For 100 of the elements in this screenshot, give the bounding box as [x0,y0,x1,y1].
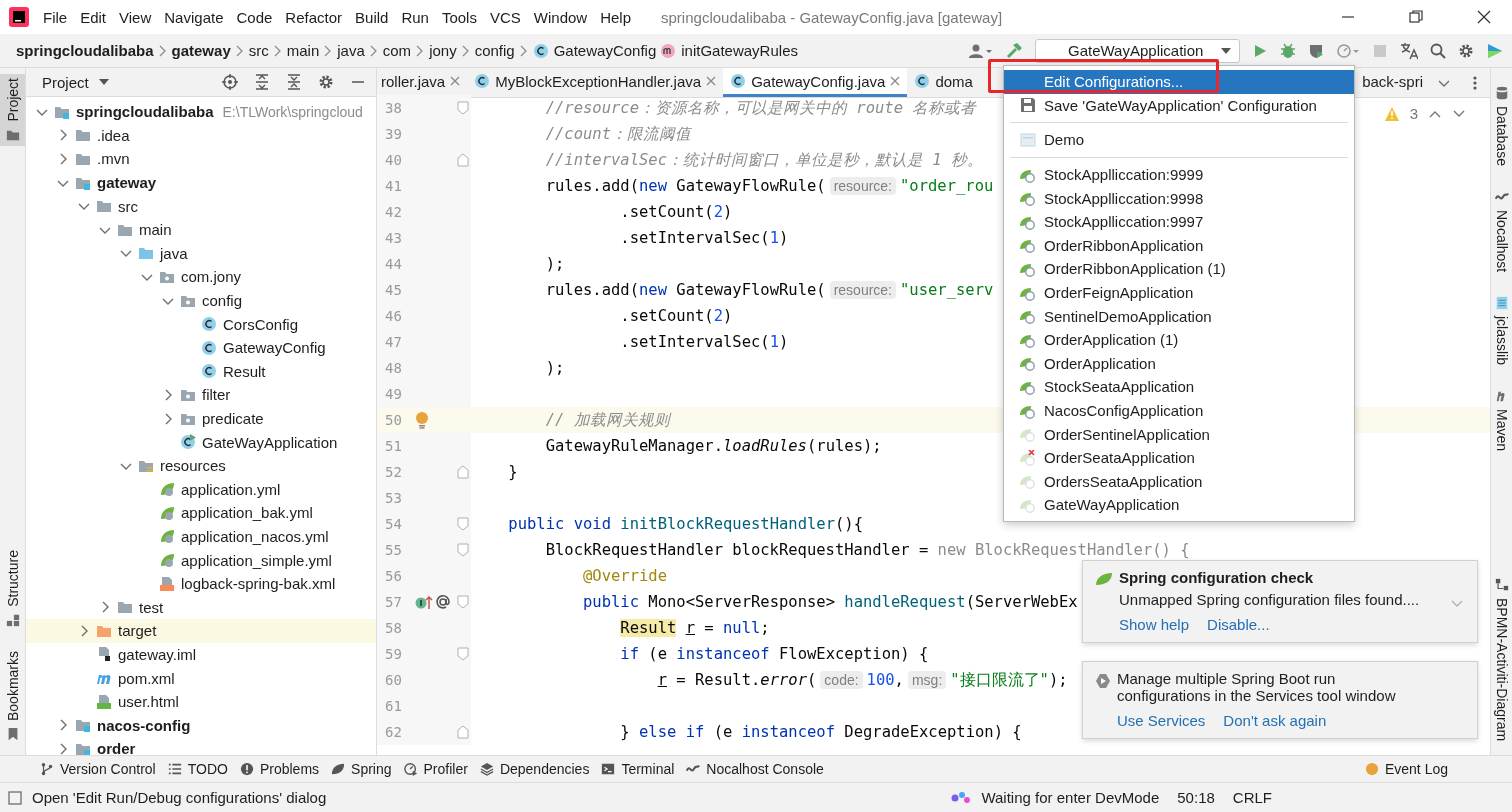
menu-item[interactable]: OrderRibbonApplication [1004,233,1354,258]
tree-item[interactable]: application.yml [26,477,376,502]
tree-item[interactable]: GateWayApplication [26,430,376,454]
menu-item[interactable]: GateWayApplication [1004,493,1354,517]
tree-item[interactable]: .idea [26,123,376,148]
menu-item[interactable]: Demo [1004,128,1354,152]
fold-start-icon[interactable] [457,543,469,557]
tool-window-button[interactable]: Event Log [1360,761,1456,777]
fold-start-icon[interactable] [457,101,469,115]
menu-item[interactable]: OrderSentinelApplication [1004,422,1354,446]
tree-item[interactable]: gateway [26,170,376,195]
menu-item[interactable]: OrderSeataApplication [1004,445,1354,470]
expand-all-icon[interactable] [254,74,270,90]
breadcrumb[interactable]: GatewayConfig [530,42,659,59]
tree-item[interactable]: order [26,737,376,755]
tree-item[interactable]: com.jony [26,265,376,289]
tool-window-button[interactable]: Bookmarks [0,646,25,745]
tool-window-button[interactable]: Version Control [36,761,164,777]
tree-item[interactable]: nacos-config [26,713,376,738]
menu-item[interactable]: VCS [489,6,521,28]
breadcrumb[interactable]: initGatewayRules [658,42,800,59]
tree-item[interactable]: java [26,241,376,266]
tool-window-button[interactable]: Maven [1491,385,1512,456]
breadcrumb[interactable]: src [246,42,271,59]
menu-item[interactable]: Help [600,6,632,28]
run-configuration-dropdown[interactable]: GateWayApplication [1035,38,1240,63]
menu-item[interactable]: NacosConfigApplication [1004,398,1354,423]
shield-icon[interactable] [1308,42,1324,59]
tool-window-button[interactable]: Terminal [597,761,683,777]
menu-item[interactable]: File [43,6,68,28]
menu-item[interactable]: OrderApplication (1) [1004,327,1354,352]
tool-window-button[interactable]: Database [1491,82,1512,170]
tool-window-button[interactable]: Structure [0,546,25,631]
breadcrumb[interactable]: config [472,42,517,59]
restore-icon[interactable] [1408,9,1424,25]
tool-window-button[interactable]: jclasslib [1491,292,1512,370]
breadcrumb[interactable]: springcloudalibaba [14,42,156,59]
tree-item[interactable]: gateway.iml [26,642,376,667]
fold-start-icon[interactable] [457,595,469,609]
tree-item[interactable]: CorsConfig [26,312,376,336]
tree-item[interactable]: GatewayConfig [26,335,376,360]
lightbulb-icon[interactable] [415,411,429,429]
menu-item[interactable]: StockApplliccation:9998 [1004,186,1354,210]
bug-icon[interactable] [1280,42,1296,59]
menu-item[interactable]: Save 'GateWayApplication' Configuration [1004,93,1354,118]
search-icon[interactable] [1430,42,1446,59]
link[interactable]: Don't ask again [1223,712,1327,729]
menu-item[interactable]: OrderRibbonApplication (1) [1004,257,1354,281]
link[interactable]: Disable... [1207,616,1270,633]
run-icon[interactable] [1252,42,1268,59]
settings-icon[interactable] [1458,42,1474,59]
menu-item[interactable]: StockApplliccation:9999 [1004,162,1354,187]
menu-item[interactable]: Refactor [285,6,343,28]
tree-item[interactable]: .mvn [26,147,376,171]
fold-start-icon[interactable] [457,517,469,531]
tool-window-button[interactable]: Profiler [399,761,476,777]
menu-item[interactable]: Run [401,6,429,28]
crosshair-icon[interactable] [222,74,238,90]
user-menu-icon[interactable] [969,42,993,59]
link[interactable]: Show help [1119,616,1190,633]
tree-item[interactable]: test [26,595,376,620]
tool-window-button[interactable]: Project [0,74,25,146]
menu-item[interactable]: Build [355,6,389,28]
menu-item[interactable]: OrdersSeataApplication [1004,469,1354,494]
editor-tab[interactable]: back-spri [1358,68,1430,97]
translate-icon[interactable] [1400,41,1418,60]
editor-tab[interactable]: roller.java [377,68,468,97]
menu-item[interactable]: SentinelDemoApplication [1004,304,1354,328]
tool-window-button[interactable]: TODO [163,761,236,777]
cursor-position[interactable]: 50:18 [1177,789,1215,806]
menu-item[interactable]: StockSeataApplication [1004,375,1354,399]
editor-tab[interactable]: doma [907,68,980,97]
editor-tab[interactable]: GatewayConfig.java [723,68,908,97]
tree-item[interactable]: Result [26,359,376,384]
breadcrumb[interactable]: main [284,42,322,59]
panel-toggle-icon[interactable] [8,790,22,805]
tree-item[interactable]: application_bak.yml [26,501,376,525]
tree-item[interactable]: resources [26,453,376,478]
tree-item[interactable]: application_nacos.yml [26,524,376,549]
menu-item[interactable]: Code [236,6,273,28]
breadcrumb[interactable]: com [380,42,414,59]
menu-item[interactable]: OrderFeignApplication [1004,280,1354,305]
tool-window-button[interactable]: Problems [235,761,328,777]
close-icon[interactable] [1476,9,1492,25]
plugin-logo-icon[interactable] [1486,41,1504,60]
menu-item[interactable]: View [119,6,152,28]
implements-icon[interactable] [415,594,433,610]
tree-item[interactable]: src [26,194,376,218]
menu-item[interactable]: OrderApplication [1004,351,1354,376]
tree-item[interactable]: application_simple.yml [26,548,376,572]
tool-window-button[interactable]: BPMN-Activiti-Diagram [1491,573,1512,745]
menu-item[interactable]: Window [533,6,588,28]
fold-start-icon[interactable] [457,647,469,661]
line-ending[interactable]: CRLF [1232,789,1272,806]
menu-item[interactable]: Edit [80,6,107,28]
tree-item[interactable]: pom.xml [26,666,376,690]
tool-window-button[interactable]: Dependencies [475,761,598,777]
tree-item[interactable]: target [26,619,376,643]
breadcrumb[interactable]: gateway [169,42,233,59]
tree-item[interactable]: filter [26,383,376,407]
